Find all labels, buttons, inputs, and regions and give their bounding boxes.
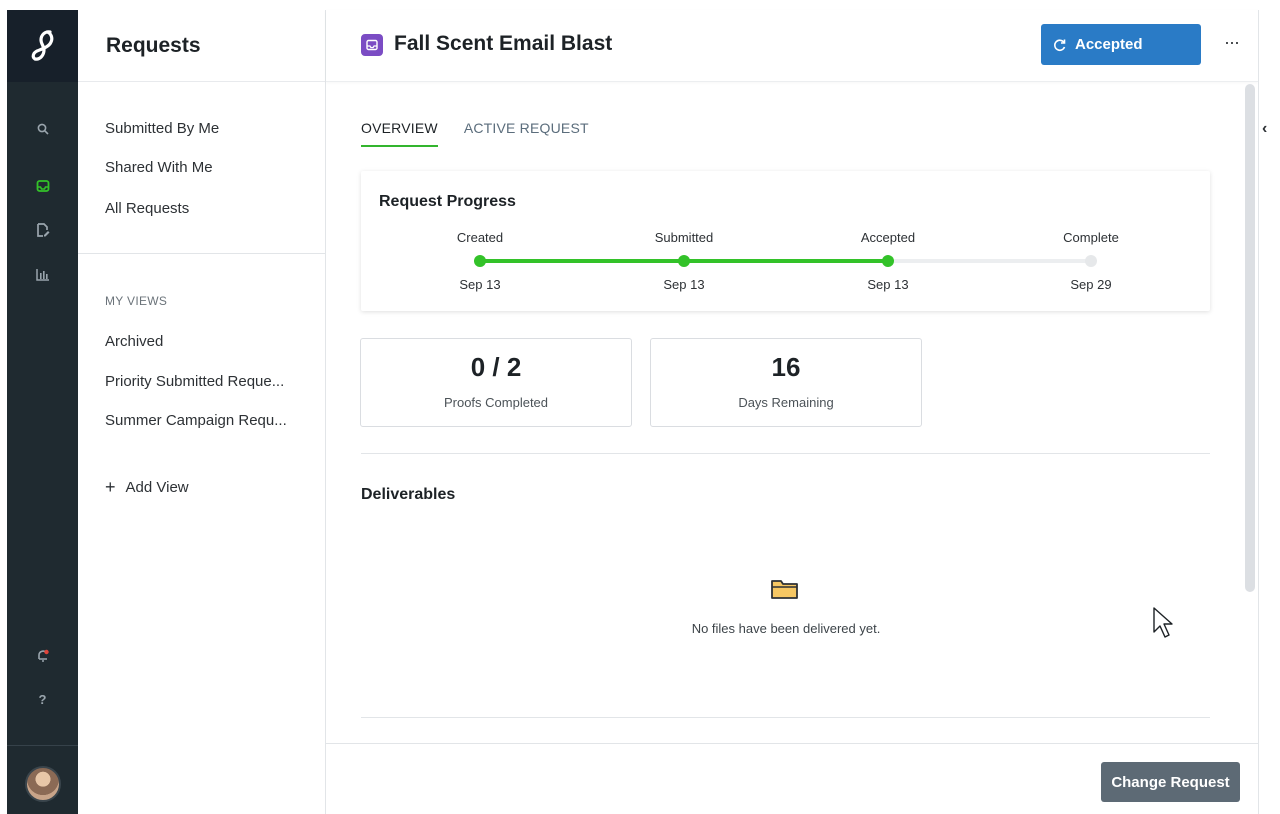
logo-icon[interactable] — [7, 10, 78, 82]
sidebar-divider — [78, 253, 325, 254]
request-title: Fall Scent Email Blast — [394, 32, 613, 55]
stage-dot-created — [474, 255, 486, 267]
app-rail: ? — [7, 10, 78, 814]
stage-label: Complete — [1063, 230, 1119, 245]
sidebar-header: Requests — [78, 10, 325, 82]
sidebar-item-shared-with-me[interactable]: Shared With Me — [105, 159, 213, 176]
edit-document-icon[interactable] — [7, 216, 78, 244]
view-item-archived[interactable]: Archived — [105, 333, 163, 350]
rail-divider — [7, 745, 78, 746]
stage-label: Submitted — [654, 230, 714, 245]
change-request-button[interactable]: Change Request — [1101, 762, 1240, 802]
days-remaining-value: 16 — [771, 352, 801, 382]
view-item-summer-campaign[interactable]: Summer Campaign Requ... — [105, 412, 287, 429]
view-item-priority-submitted[interactable]: Priority Submitted Reque... — [105, 373, 284, 390]
progress-title: Request Progress — [379, 193, 516, 210]
request-header: Fall Scent Email Blast Accepted ··· — [326, 10, 1258, 82]
scrollbar[interactable] — [1245, 84, 1255, 592]
stage-dot-accepted — [882, 255, 894, 267]
empty-deliverables-text: No files have been delivered yet. — [691, 621, 881, 636]
status-label: Accepted — [1075, 36, 1143, 53]
stage-date: Sep 13 — [867, 277, 909, 292]
sidebar-item-all-requests[interactable]: All Requests — [105, 200, 189, 217]
search-icon[interactable] — [7, 115, 78, 143]
stage-dot-submitted — [678, 255, 690, 267]
plus-icon: + — [105, 477, 116, 497]
stage-label: Created — [456, 230, 504, 245]
inbox-icon[interactable] — [7, 172, 78, 200]
sidebar-title: Requests — [106, 33, 201, 57]
chevron-left-icon[interactable]: ‹ — [1262, 120, 1267, 138]
deliverables-title: Deliverables — [361, 486, 456, 503]
my-views-heading: MY VIEWS — [105, 294, 168, 308]
footer-bar: Change Request — [326, 743, 1258, 814]
proofs-completed-value: 0 / 2 — [470, 352, 522, 382]
refresh-icon — [1054, 38, 1066, 51]
days-remaining-caption: Days Remaining — [738, 395, 834, 410]
status-button[interactable]: Accepted — [1041, 24, 1201, 65]
requests-sidebar: Requests Submitted By Me Shared With Me … — [78, 10, 326, 814]
more-options-button[interactable]: ··· — [1224, 32, 1240, 53]
stage-date: Sep 13 — [459, 277, 501, 292]
request-type-icon — [361, 34, 383, 56]
stage-date: Sep 13 — [663, 277, 705, 292]
help-icon[interactable]: ? — [7, 685, 78, 713]
stage-label: Accepted — [860, 230, 916, 245]
request-progress-card: Request Progress Created Sep 13 Submitte… — [361, 171, 1210, 311]
proofs-completed-caption: Proofs Completed — [443, 395, 549, 410]
tab-overview[interactable]: OVERVIEW — [361, 120, 438, 147]
add-view-button[interactable]: + Add View — [105, 478, 189, 496]
main-panel: Fall Scent Email Blast Accepted ··· OVER… — [326, 10, 1258, 814]
proofs-completed-card: 0 / 2 Proofs Completed — [360, 338, 632, 427]
stage-dot-complete — [1085, 255, 1097, 267]
tab-active-request[interactable]: ACTIVE REQUEST — [464, 120, 589, 147]
notification-bell-icon[interactable] — [7, 642, 78, 670]
bar-chart-icon[interactable] — [7, 260, 78, 288]
folder-icon — [770, 577, 800, 606]
section-divider — [361, 453, 1210, 454]
add-view-label: Add View — [125, 478, 189, 496]
mouse-cursor-icon — [1152, 606, 1176, 645]
stage-date: Sep 29 — [1070, 277, 1112, 292]
days-remaining-card: 16 Days Remaining — [650, 338, 922, 427]
avatar[interactable] — [25, 766, 61, 802]
sidebar-item-submitted-by-me[interactable]: Submitted By Me — [105, 120, 219, 137]
section-divider — [361, 717, 1210, 718]
tab-bar: OVERVIEW ACTIVE REQUEST — [361, 120, 589, 147]
